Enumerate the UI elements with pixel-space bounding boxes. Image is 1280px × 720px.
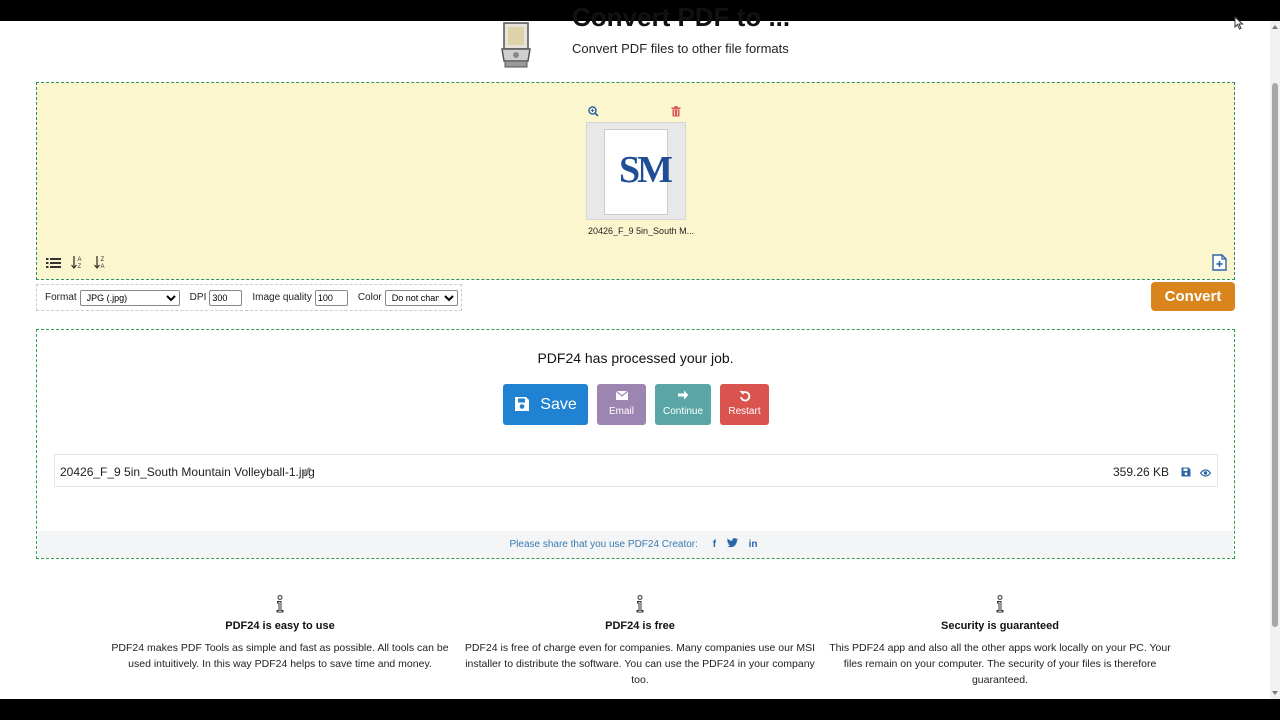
feature-security: Security is guaranteed This PDF24 app an… (820, 594, 1180, 688)
feature-title: PDF24 is free (605, 620, 675, 632)
thumbnail-file-name: 20426_F_9 5in_South M... (588, 226, 695, 236)
color-label: Color (357, 292, 382, 303)
scroll-down-icon[interactable] (1272, 691, 1278, 695)
feature-easy: PDF24 is easy to use PDF24 makes PDF Too… (100, 594, 460, 688)
eye-icon[interactable] (1199, 466, 1212, 480)
facebook-icon[interactable]: f (713, 531, 716, 558)
page-title: Convert PDF to ... (572, 2, 791, 32)
continue-label: Continue (662, 406, 704, 417)
sm-logo-image: SM (619, 149, 673, 191)
file-dropzone[interactable]: SM 20426_F_9 5in_South M... AZ ZA (36, 82, 1235, 280)
mouse-cursor-icon (1234, 15, 1244, 35)
sort-za-icon[interactable]: ZA (94, 255, 107, 274)
svg-text:Z: Z (78, 264, 82, 269)
feature-text: This PDF24 app and also all the other ap… (829, 642, 1171, 686)
image-quality-label: Image quality (252, 292, 312, 303)
restart-label: Restart (728, 406, 761, 417)
list-view-icon[interactable] (46, 256, 61, 274)
result-file-row: 20426_F_9 5in_South Mountain Volleyball-… (54, 454, 1218, 487)
save-button[interactable]: Save (503, 384, 588, 425)
zoom-icon[interactable] (588, 104, 599, 122)
page-subtitle: Convert PDF files to other file formats (572, 41, 789, 56)
format-label: Format (45, 292, 77, 303)
email-icon (597, 390, 646, 402)
features-section: PDF24 is easy to use PDF24 makes PDF Too… (100, 594, 1180, 688)
result-file-name: 20426_F_9 5in_South Mountain Volleyball-… (60, 465, 315, 479)
info-icon (276, 595, 284, 613)
image-quality-input[interactable] (314, 289, 348, 306)
convert-button[interactable]: Convert (1151, 282, 1235, 311)
conversion-options: Format JPG (.jpg) DPI Image quality Colo… (36, 284, 462, 311)
scrollbar-thumb[interactable] (1272, 83, 1278, 627)
scroll-up-icon[interactable] (1272, 25, 1278, 29)
bottom-black-bar (0, 699, 1280, 720)
twitter-icon[interactable] (726, 531, 738, 558)
pencil-icon[interactable] (302, 465, 312, 479)
email-button[interactable]: Email (597, 384, 646, 425)
svg-text:A: A (78, 257, 82, 263)
result-title: PDF24 has processed your job. (537, 350, 734, 366)
arrow-right-icon (655, 390, 711, 402)
share-icons: f in (709, 531, 762, 558)
email-label: Email (608, 406, 634, 417)
result-panel: PDF24 has processed your job. Save Email… (36, 329, 1235, 559)
result-file-size: 359.26 KB (1113, 465, 1170, 479)
save-icon (515, 397, 530, 411)
thumbnail-page: SM (604, 129, 673, 215)
svg-text:A: A (101, 264, 105, 269)
restart-button[interactable]: Restart (720, 384, 769, 425)
feature-text: PDF24 is free of charge even for compani… (464, 642, 816, 686)
sort-az-icon[interactable]: AZ (71, 255, 84, 274)
blender-logo-icon (496, 21, 536, 69)
format-select[interactable]: JPG (.jpg) (79, 289, 180, 306)
dpi-input[interactable] (209, 289, 243, 306)
linkedin-icon[interactable]: in (749, 531, 758, 558)
feature-title: PDF24 is easy to use (225, 620, 335, 632)
add-file-icon[interactable] (1212, 254, 1227, 276)
restart-icon (720, 390, 769, 402)
info-icon (996, 595, 1004, 613)
file-thumbnail[interactable]: SM (586, 122, 686, 220)
share-text: Please share that you use PDF24 Creator: (509, 539, 698, 550)
color-select[interactable]: Do not change (384, 289, 458, 306)
save-label: Save (540, 396, 577, 413)
page-scrollbar[interactable] (1270, 21, 1280, 699)
trash-icon[interactable] (671, 104, 681, 122)
dropzone-toolbar: AZ ZA (46, 255, 107, 274)
feature-title: Security is guaranteed (941, 620, 1059, 632)
save-icon[interactable] (1181, 466, 1191, 480)
svg-text:Z: Z (101, 257, 105, 263)
share-bar: Please share that you use PDF24 Creator:… (38, 531, 1233, 558)
dpi-label: DPI (189, 292, 207, 303)
info-icon (636, 595, 644, 613)
feature-text: PDF24 makes PDF Tools as simple and fast… (111, 642, 449, 670)
continue-button[interactable]: Continue (655, 384, 711, 425)
feature-free: PDF24 is free PDF24 is free of charge ev… (460, 594, 820, 688)
